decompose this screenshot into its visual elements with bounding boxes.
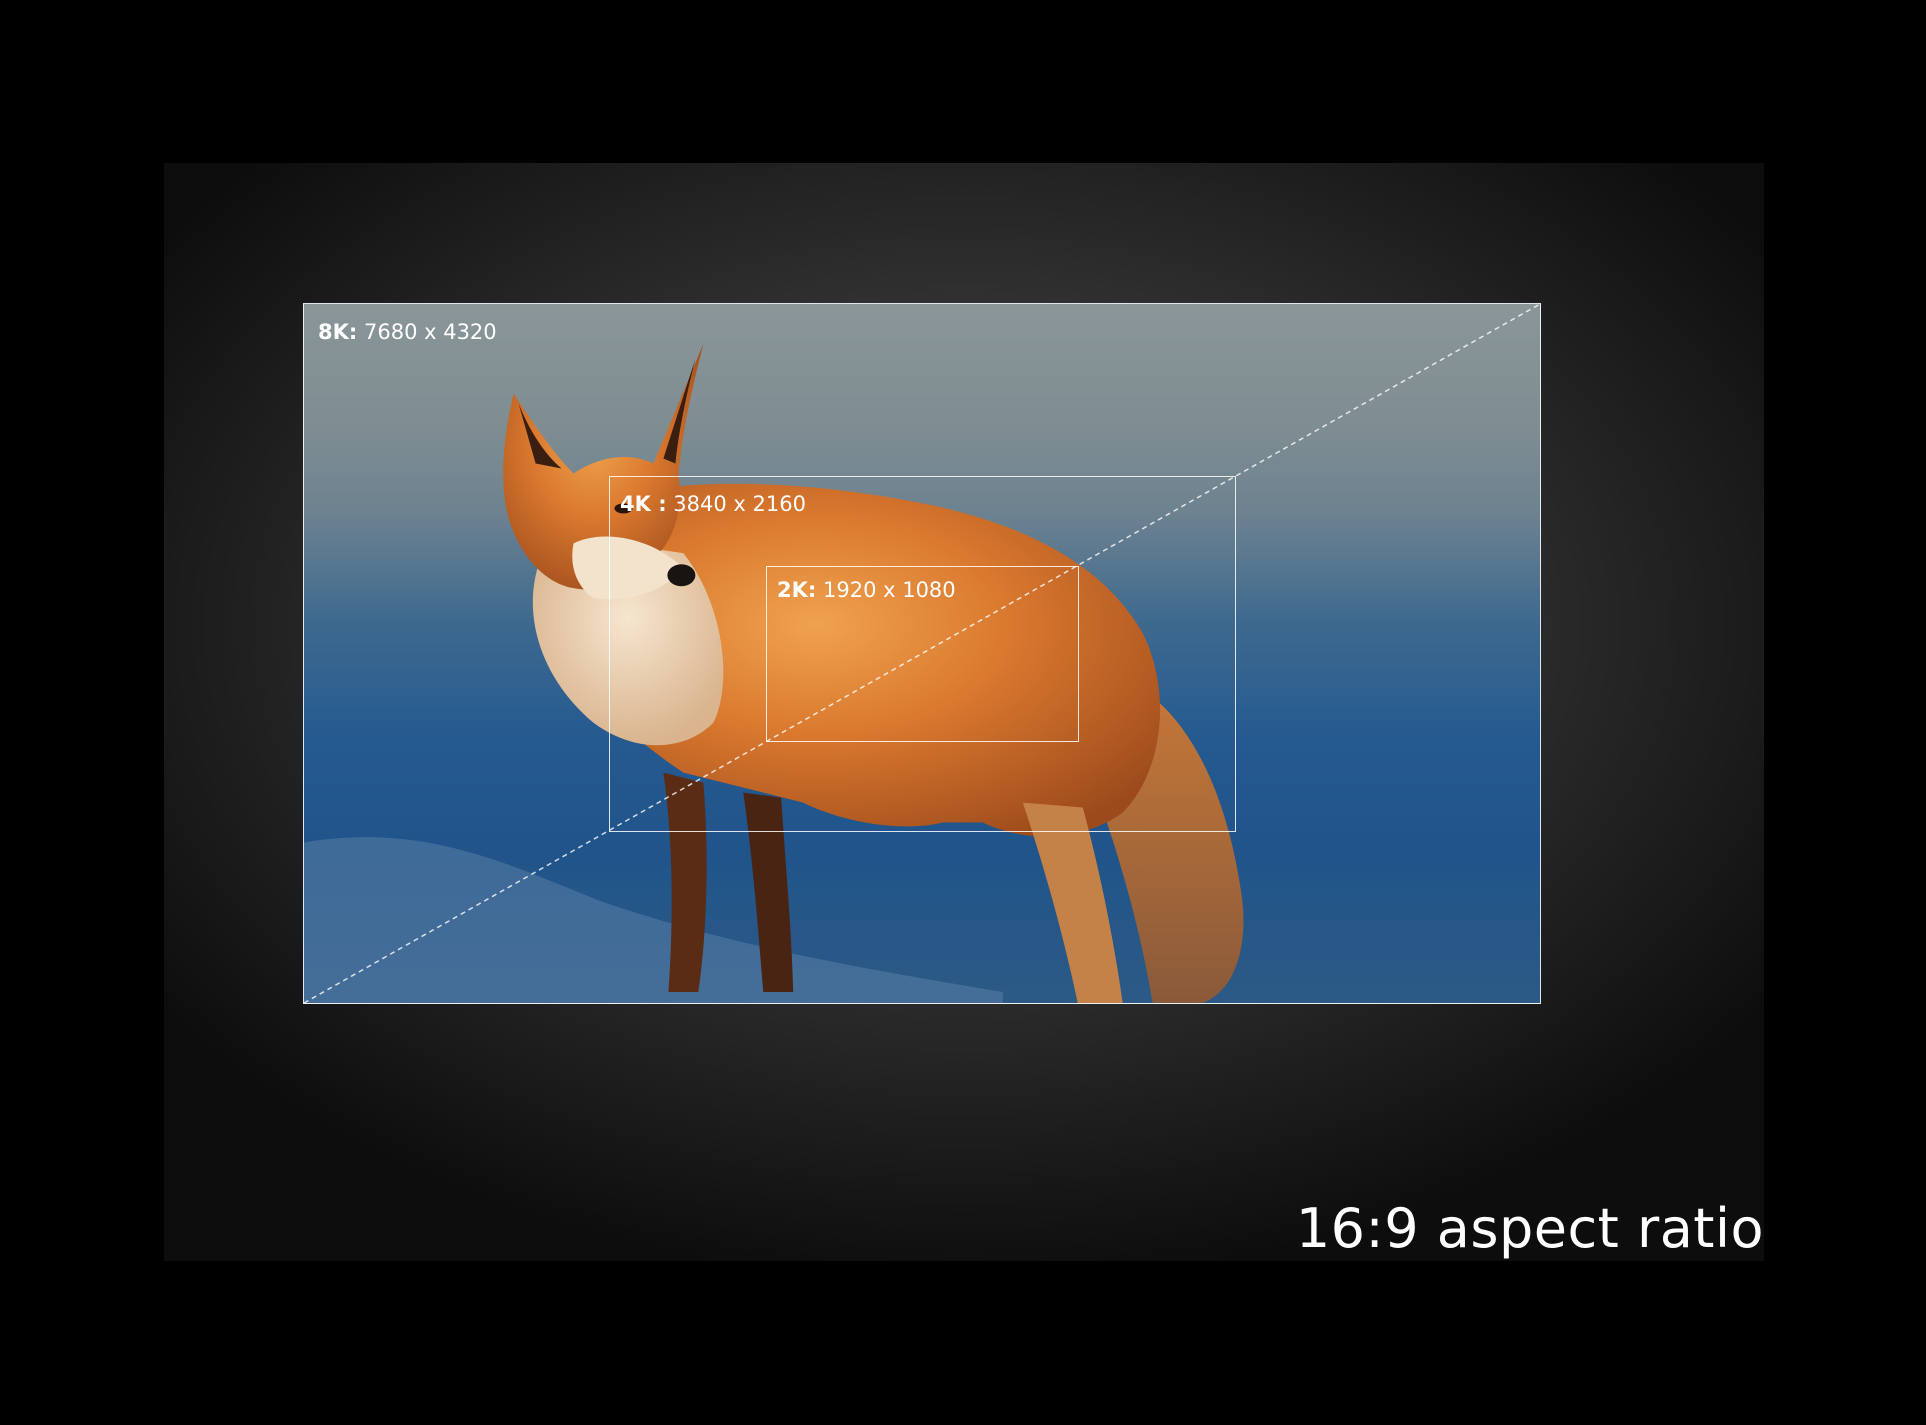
label-2k-tier: 2K: [777,578,817,602]
snow-drift [304,837,1003,1003]
label-8k-tier: 8K: [318,320,358,344]
label-2k-dims: 1920 x 1080 [822,578,956,602]
label-8k: 8K: 7680 x 4320 [318,322,497,343]
label-4k-tier: 4K : [620,492,667,516]
aspect-ratio-caption: 16:9 aspect ratio [1295,1197,1764,1260]
label-8k-dims: 7680 x 4320 [363,320,497,344]
label-4k-dims: 3840 x 2160 [673,492,806,516]
label-2k: 2K: 1920 x 1080 [777,580,956,601]
label-4k: 4K : 3840 x 2160 [620,494,806,515]
fox-hind-leg [1022,802,1123,1003]
